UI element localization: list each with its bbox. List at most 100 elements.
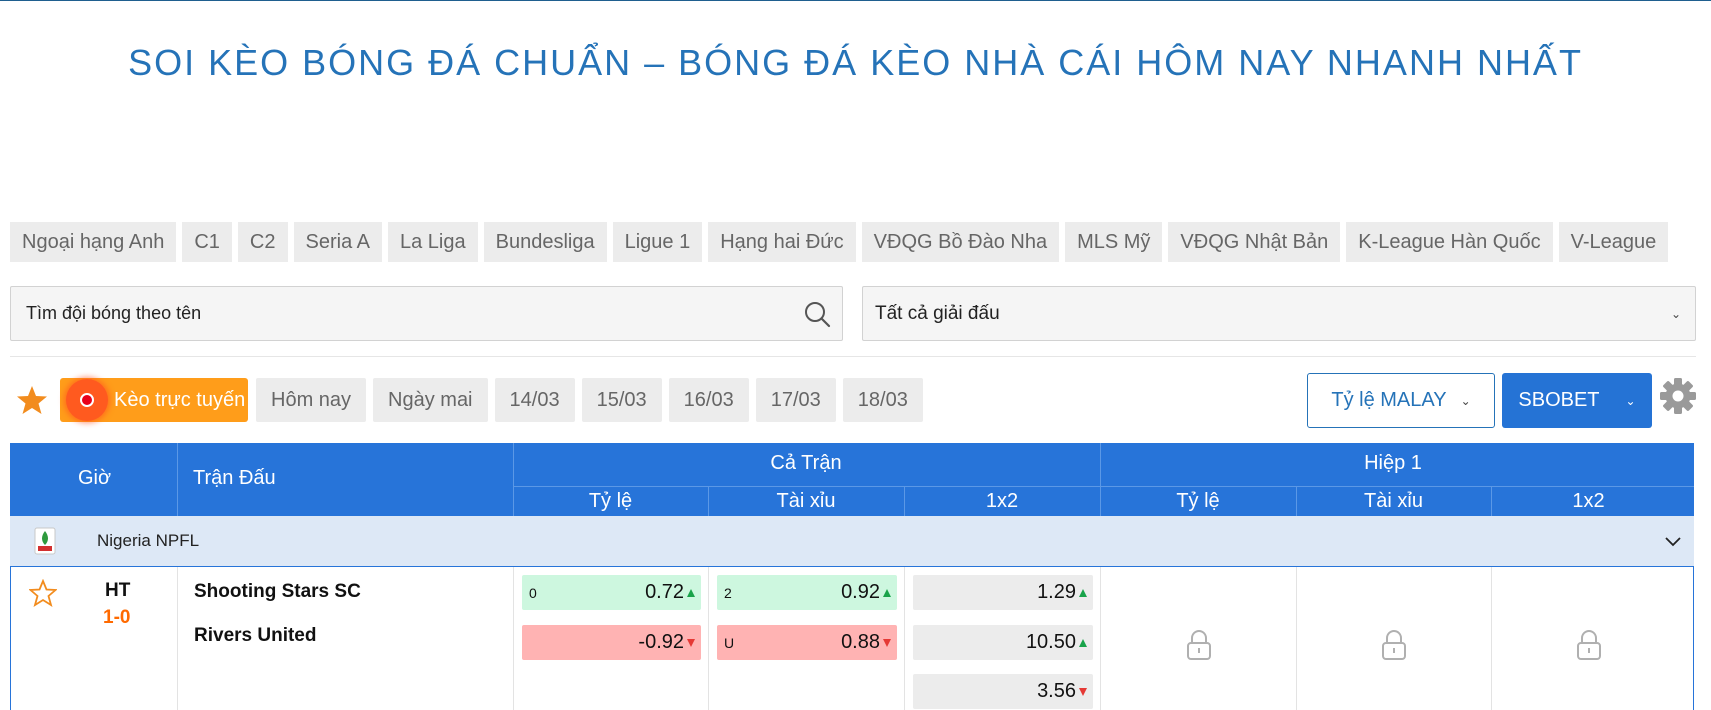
1x2-draw-odds[interactable]: 3.56 [913,674,1093,709]
match-score: 1-0 [103,607,131,628]
header-divider [708,486,709,516]
odds-down-icon [1079,687,1087,696]
odds-down-icon [883,638,891,647]
league-tab-serie-a[interactable]: Seria A [293,222,382,262]
favorite-star-icon[interactable] [29,579,57,607]
day-15-03[interactable]: 15/03 [581,378,662,422]
home-team: Shooting Stars SC [194,581,361,602]
handicap-home-odds[interactable]: 0 0.72 [522,575,701,610]
header-time: Giờ [78,467,112,489]
odds-up-icon [1079,638,1087,647]
search-box [10,286,843,341]
over-under-line: 2 [724,584,732,601]
1x2-home-value: 1.29 [1037,581,1076,603]
day-14-03[interactable]: 14/03 [494,378,575,422]
odds-up-icon [687,588,695,597]
header-divider [1491,486,1492,516]
under-label: U [724,634,735,651]
header-1x2: 1x2 [985,490,1019,512]
1x2-away-value: 10.50 [1025,631,1076,653]
league-name: Nigeria NPFL [97,531,200,550]
header-handicap: Tỷ lệ [588,490,633,512]
header-full-match: Cả Trận [770,452,842,474]
column-divider [513,567,514,710]
over-value: 0.92 [841,581,880,603]
live-odds-label: Kèo trực tuyến [114,388,246,411]
league-tab-premier-league[interactable]: Ngoại hạng Anh [10,222,177,262]
favorites-star-icon[interactable] [16,384,48,416]
day-today[interactable]: Hôm nay [256,378,367,422]
header-h1-over-under: Tài xỉu [1364,490,1423,512]
bookmaker-label: SBOBET [1518,389,1600,411]
league-tabs: Ngoại hạng Anh C1 C2 Seria A La Liga Bun… [10,222,1669,262]
away-team: Rivers United [194,625,317,646]
odds-up-icon [1079,588,1087,597]
header-over-under: Tài xỉu [776,490,836,512]
1x2-draw-value: 3.56 [1037,680,1076,702]
under-odds[interactable]: U 0.88 [717,625,897,660]
day-17-03[interactable]: 17/03 [755,378,836,422]
column-divider [1491,567,1492,710]
chevron-down-icon[interactable] [1662,530,1684,552]
league-group-row[interactable]: Nigeria NPFL [10,516,1694,566]
table-header: Giờ Trận Đấu Cả Trận Hiệp 1 Tỷ lệ Tài xỉ… [10,443,1694,516]
handicap-away-odds[interactable]: -0.92 [522,625,701,660]
search-icon[interactable] [802,299,832,329]
header-divider [904,486,905,516]
lock-icon [1577,630,1601,660]
league-tab-ligue-1[interactable]: Ligue 1 [612,222,703,262]
handicap-line: 0 [529,584,537,601]
chevron-down-icon: ⌄ [1460,393,1471,408]
league-tab-c2[interactable]: C2 [237,222,288,262]
lock-icon [1187,630,1211,660]
league-select[interactable]: Tất cả giải đấu ⌄ [862,286,1696,341]
day-18-03[interactable]: 18/03 [842,378,923,422]
top-border [0,0,1711,1]
league-tab-j-league[interactable]: VĐQG Nhật Bản [1168,222,1341,262]
live-odds-button[interactable]: Kèo trực tuyến [60,378,248,422]
league-tab-v-league[interactable]: V-League [1558,222,1669,262]
1x2-home-odds[interactable]: 1.29 [913,575,1093,610]
match-row: HT 1-0 Shooting Stars SC Rivers United 0… [10,566,1694,710]
league-tab-2-bundesliga[interactable]: Hạng hai Đức [708,222,856,262]
league-tab-c1[interactable]: C1 [182,222,232,262]
handicap-away-value: -0.92 [638,631,684,653]
page-title: SOI KÈO BÓNG ĐÁ CHUẨN – BÓNG ĐÁ KÈO NHÀ … [128,42,1583,83]
league-select-value: Tất cả giải đấu [875,302,1000,324]
header-divider [513,486,1694,487]
league-tab-k-league[interactable]: K-League Hàn Quốc [1346,222,1553,262]
live-indicator-icon [66,379,108,421]
bookmaker-select[interactable]: SBOBET ⌄ [1502,373,1652,428]
lock-icon [1382,630,1406,660]
chevron-down-icon: ⌄ [1625,393,1636,408]
odds-type-label: Tỷ lệ MALAY [1331,389,1447,411]
day-16-03[interactable]: 16/03 [668,378,749,422]
header-h1-1x2: 1x2 [1572,490,1605,512]
gear-icon[interactable] [1659,377,1697,415]
chevron-down-icon: ⌄ [1670,306,1681,321]
over-odds[interactable]: 2 0.92 [717,575,897,610]
league-tab-mls[interactable]: MLS Mỹ [1065,222,1163,262]
league-tab-la-liga[interactable]: La Liga [387,222,478,262]
handicap-home-value: 0.72 [645,581,684,603]
header-divider [513,443,514,516]
date-filter-bar: Kèo trực tuyến Hôm nay Ngày mai 14/03 15… [10,378,930,422]
header-divider [1296,486,1297,516]
divider [10,356,1696,357]
league-tab-portugal[interactable]: VĐQG Bồ Đào Nha [861,222,1060,262]
column-divider [1296,567,1297,710]
header-divider [1100,443,1101,516]
column-divider [177,567,178,710]
header-first-half: Hiệp 1 [1364,452,1422,474]
column-divider [1100,567,1101,710]
header-match: Trận Đấu [193,467,276,489]
1x2-away-odds[interactable]: 10.50 [913,625,1093,660]
league-logo-icon [34,527,56,555]
column-divider [904,567,905,710]
day-tomorrow[interactable]: Ngày mai [373,378,488,422]
search-input[interactable] [11,287,802,340]
league-tab-bundesliga[interactable]: Bundesliga [483,222,607,262]
header-h1-handicap: Tỷ lệ [1176,490,1220,512]
odds-type-select[interactable]: Tỷ lệ MALAY ⌄ [1307,373,1495,428]
odds-up-icon [883,588,891,597]
